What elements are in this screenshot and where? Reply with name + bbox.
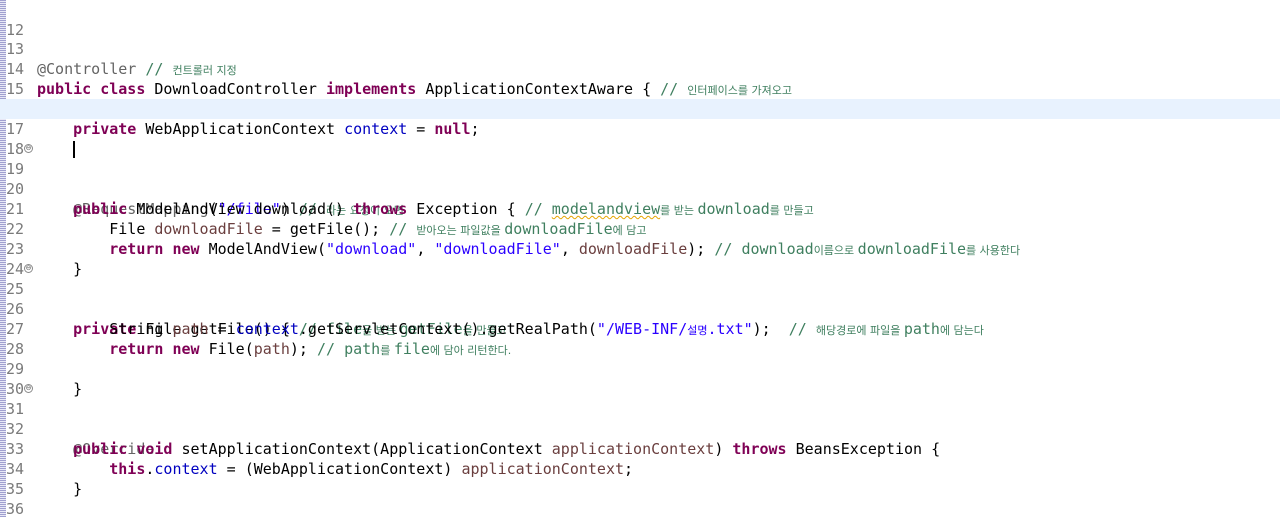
code-line[interactable]: 35 (0, 459, 1280, 498)
code-line[interactable]: 22 return new ModelAndView("download", "… (0, 199, 1280, 258)
code-line[interactable]: 36 (0, 479, 1280, 517)
code-line[interactable]: 29 } (0, 339, 1280, 398)
code-line[interactable]: 25 ⊖ private File getFile() { // file을 받… (0, 259, 1280, 338)
code-line[interactable]: 18 (0, 119, 1280, 158)
current-code-line[interactable]: 17 (0, 99, 1280, 158)
fold-collapse-icon[interactable]: ⊖ (24, 264, 33, 273)
code-line[interactable]: 16 private WebApplicationContext context… (0, 79, 1280, 138)
code-line[interactable]: 19 ⊖ @RequestMapping("/file") // 라는 요청이 … (0, 139, 1280, 218)
code-line[interactable]: 13 @Controller // 컨트롤러 지정 (0, 19, 1280, 78)
code-line[interactable]: 33 this.context = (WebApplicationContext… (0, 419, 1280, 478)
code-line[interactable]: 12 (0, 0, 1280, 39)
code-line[interactable]: 32 public void setApplicationContext(App… (0, 399, 1280, 458)
code-editor[interactable]: 12 13 @Controller // 컨트롤러 지정 14 public c… (0, 0, 1280, 517)
code-line[interactable]: 28 (0, 319, 1280, 358)
code-line[interactable]: 34 } (0, 439, 1280, 498)
code-line[interactable]: 20 public ModelAndView download() throws… (0, 159, 1280, 218)
code-line[interactable]: 30 (0, 359, 1280, 398)
code-line[interactable]: 14 public class DownloadController imple… (0, 39, 1280, 98)
code-line[interactable]: 37 (0, 497, 1280, 517)
code-line[interactable]: 15 (0, 59, 1280, 98)
code-line[interactable]: 31 ⊖ @Override (0, 379, 1280, 458)
code-line[interactable]: 23 } (0, 219, 1280, 278)
code-line[interactable]: 26 String path = context.getServletConte… (0, 279, 1280, 338)
code-line[interactable]: 21 File downloadFile = getFile(); // 받아오… (0, 179, 1280, 238)
fold-collapse-icon[interactable]: ⊖ (24, 144, 33, 153)
code-line[interactable]: 27 return new File(path); // path를 file에… (0, 299, 1280, 358)
code-line[interactable]: 24 (0, 239, 1280, 278)
fold-collapse-icon[interactable]: ⊖ (24, 384, 33, 393)
